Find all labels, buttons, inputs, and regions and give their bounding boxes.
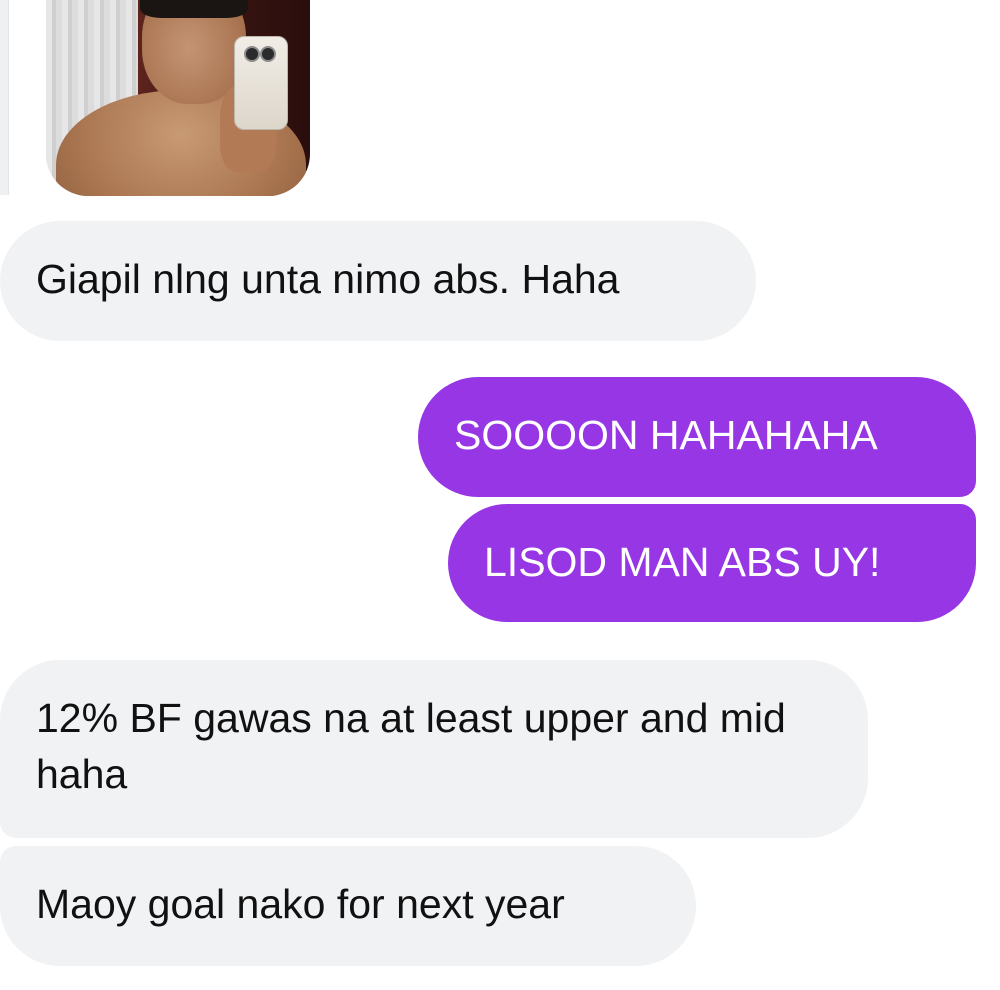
message-text: LISOD MAN ABS UY! <box>484 539 881 585</box>
message-bubble-incoming[interactable]: 12% BF gawas na at least upper and mid h… <box>0 660 868 838</box>
message-text: Giapil nlng unta nimo abs. Haha <box>36 256 620 302</box>
photo-subject-hair <box>140 0 248 18</box>
message-bubble-incoming[interactable]: Maoy goal nako for next year <box>0 846 696 966</box>
photo-attachment[interactable] <box>46 0 310 196</box>
camera-lens-icon <box>244 46 260 62</box>
camera-lens-icon <box>260 46 276 62</box>
reply-thread-line <box>0 0 9 195</box>
message-bubble-incoming[interactable]: Giapil nlng unta nimo abs. Haha <box>0 221 756 341</box>
message-text: SOOOON HAHAHAHA <box>454 412 878 458</box>
message-text: 12% BF gawas na at least upper and mid h… <box>36 695 786 797</box>
chat-thread: Giapil nlng unta nimo abs. Haha SOOOON H… <box>0 0 1000 990</box>
message-text: Maoy goal nako for next year <box>36 881 565 927</box>
message-bubble-outgoing[interactable]: SOOOON HAHAHAHA <box>418 377 976 497</box>
message-bubble-outgoing[interactable]: LISOD MAN ABS UY! <box>448 504 976 622</box>
